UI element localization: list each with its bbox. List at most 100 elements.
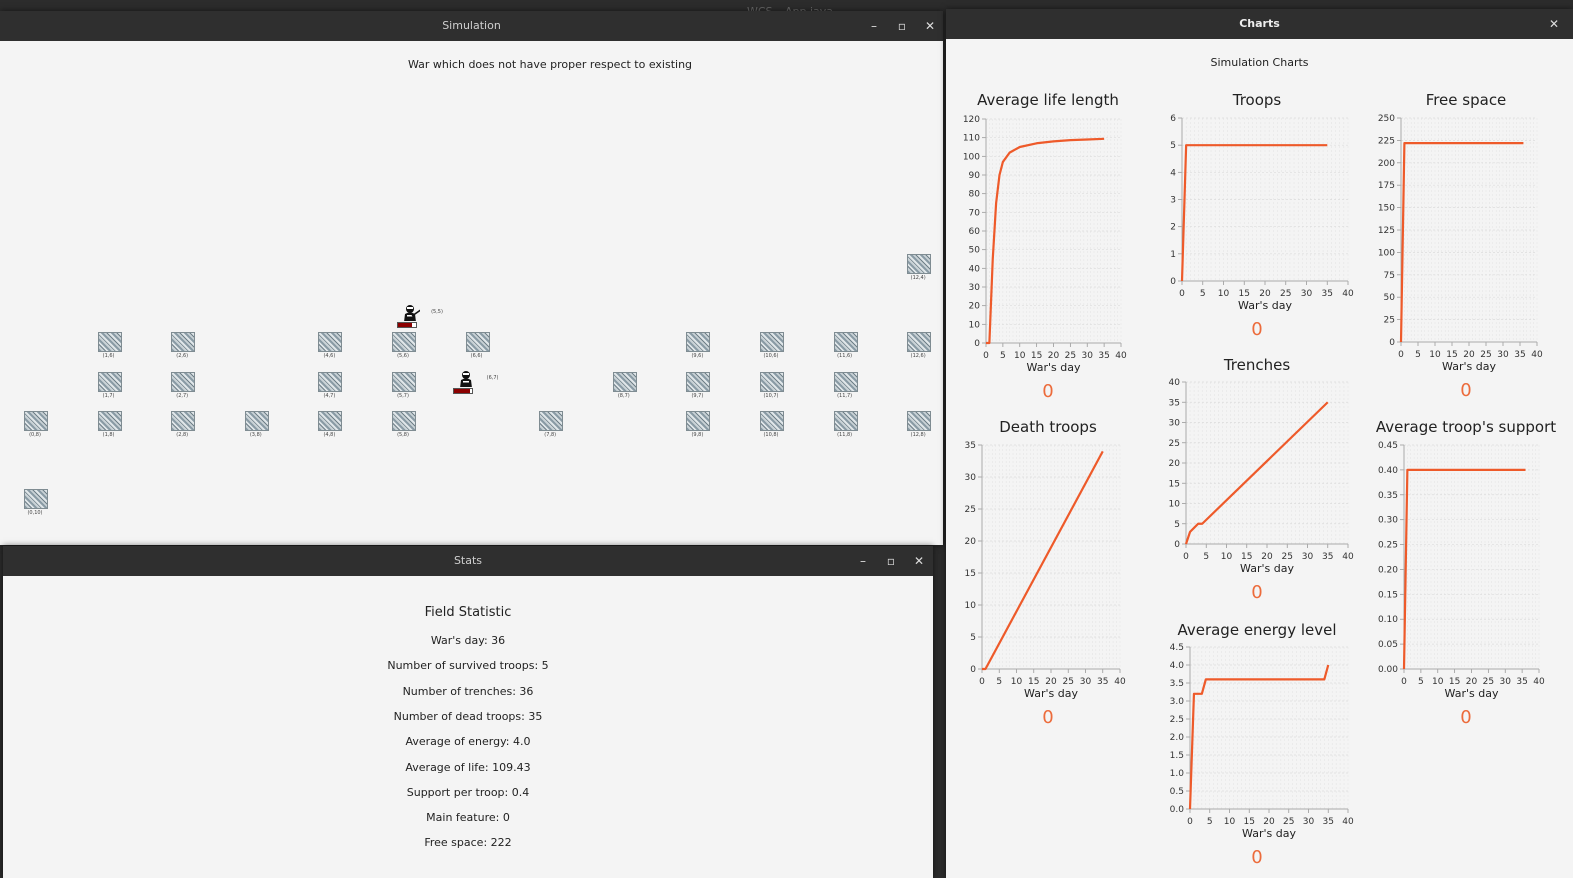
- x-tick-label: 0: [1179, 289, 1185, 299]
- tile-coordinate-label: (2,6): [176, 353, 189, 360]
- x-tick-label: 0: [1183, 552, 1189, 562]
- y-tick-label: 90: [969, 171, 981, 181]
- x-tick-label: 40: [1342, 289, 1354, 299]
- chart-title: Death troops: [999, 418, 1097, 436]
- tile-coordinate-label: (2,7): [176, 392, 189, 399]
- y-tick-label: 5: [970, 633, 976, 643]
- y-tick-label: 0.15: [1378, 590, 1398, 600]
- x-tick-label: 20: [1263, 817, 1275, 827]
- terrain-tile: [760, 410, 784, 431]
- y-tick-label: 1: [1170, 250, 1176, 260]
- terrain-tile: [318, 332, 343, 353]
- x-tick-label: 40: [1531, 350, 1543, 360]
- chart-title: Average energy level: [1177, 621, 1337, 639]
- charts-titlebar[interactable]: Charts ✕: [946, 9, 1573, 39]
- y-tick-label: 110: [963, 134, 980, 144]
- y-tick-label: 0.25: [1378, 541, 1398, 551]
- stats-line: Number of survived troops: 5: [387, 659, 549, 673]
- tile-coordinate-label: (9,8): [691, 431, 704, 438]
- x-axis-label: War's day: [1242, 827, 1296, 840]
- x-axis-label: War's day: [1240, 562, 1294, 575]
- x-tick-label: 0: [1187, 817, 1193, 827]
- stats-line: Number of trenches: 36: [402, 684, 534, 698]
- x-tick-label: 35: [1514, 350, 1525, 360]
- terrain-tile: [907, 332, 932, 353]
- y-tick-label: 20: [965, 537, 977, 547]
- x-tick-label: 40: [1342, 817, 1354, 827]
- y-tick-label: 50: [1384, 293, 1396, 303]
- y-tick-label: 0: [1170, 277, 1176, 287]
- terrain-tile: [392, 332, 416, 353]
- stats-titlebar[interactable]: Stats – ▫ ✕: [3, 546, 933, 576]
- y-tick-label: 15: [965, 569, 976, 579]
- y-tick-label: 120: [963, 115, 980, 125]
- tile-coordinate-label: (10,8): [763, 431, 779, 438]
- y-tick-label: 10: [965, 601, 977, 611]
- chart-counter: 0: [1460, 380, 1472, 401]
- close-icon[interactable]: ✕: [1544, 9, 1564, 39]
- y-tick-label: 30: [1169, 419, 1181, 429]
- y-tick-label: 125: [1378, 226, 1395, 236]
- x-tick-label: 30: [1500, 677, 1512, 687]
- x-tick-label: 10: [1429, 350, 1441, 360]
- x-tick-label: 40: [1342, 552, 1354, 562]
- tile-coordinate-label: (9,7): [691, 392, 704, 399]
- y-tick-label: 0.5: [1170, 787, 1184, 797]
- y-tick-label: 0.05: [1378, 640, 1398, 650]
- x-axis-label: War's day: [1444, 687, 1499, 700]
- maximize-icon[interactable]: ▫: [881, 546, 901, 576]
- terrain-tile: [760, 332, 784, 353]
- chart-counter: 0: [1251, 319, 1263, 340]
- y-tick-label: 2.5: [1170, 715, 1184, 725]
- line-chart: 0 5 10 15 20 25 30 35 0 5 10 15 20 25 30 35 40: [965, 441, 1126, 687]
- y-tick-label: 25: [1169, 439, 1180, 449]
- tile-coordinate-label: (10,7): [763, 392, 779, 399]
- y-tick-label: 15: [1169, 479, 1180, 489]
- terrain-tile: [392, 410, 416, 431]
- health-bar: [452, 387, 473, 394]
- agent-coordinate-label: (5,5): [431, 309, 443, 316]
- terrain-tile: [612, 371, 637, 392]
- charts-window-title: Charts: [1239, 17, 1280, 30]
- x-tick-label: 0: [1401, 677, 1407, 687]
- tile-coordinate-label: (2,8): [176, 431, 189, 438]
- y-tick-label: 0.0: [1170, 805, 1185, 815]
- terrain-tile: [318, 410, 343, 431]
- agent-coordinate-label: (6,7): [486, 374, 499, 381]
- x-tick-label: 15: [1446, 350, 1457, 360]
- terrain-tile: [97, 371, 122, 392]
- stats-line: Average of energy: 4.0: [405, 735, 531, 749]
- y-tick-label: 100: [963, 152, 980, 162]
- line-chart: 0 25 50 75 100 125 150 175 200 225 250 0 5 10 15 20 25 30…: [1378, 114, 1543, 360]
- x-tick-label: 15: [1449, 677, 1460, 687]
- x-tick-label: 35: [1098, 351, 1109, 361]
- x-axis-label: War's day: [1238, 299, 1292, 312]
- x-tick-label: 10: [1218, 289, 1230, 299]
- line-chart: 0.00 0.05 0.10 0.15 0.20 0.25 0.30 0.35 0.40 0.45…: [1378, 441, 1545, 687]
- soldier-with-rifle-icon[interactable]: [400, 303, 420, 322]
- charts-window: Charts ✕ Simulation Charts Average life …: [946, 9, 1573, 878]
- chart-title: Trenches: [1223, 356, 1291, 374]
- x-tick-label: 30: [1301, 289, 1313, 299]
- x-axis-label: War's day: [1442, 360, 1496, 373]
- x-tick-label: 15: [1244, 817, 1255, 827]
- tile-coordinate-label: (11,6): [837, 353, 853, 360]
- terrain-tile: [392, 371, 416, 392]
- chart-title: Free space: [1425, 91, 1507, 109]
- x-tick-label: 35: [1323, 817, 1334, 827]
- tile-coordinate-label: (0,8): [29, 431, 41, 438]
- y-tick-label: 35: [1169, 398, 1180, 408]
- terrain-tile: [97, 410, 122, 431]
- line-chart: 0 10 20 30 40 50 60 70 80 90 100 110 120 0 5 10 15 20 25 30…: [963, 115, 1127, 361]
- terrain-tile: [907, 254, 932, 274]
- soldier-icon[interactable]: [456, 369, 476, 387]
- x-tick-label: 25: [1283, 817, 1294, 827]
- x-tick-label: 0: [1398, 350, 1404, 360]
- minimize-icon[interactable]: –: [853, 546, 873, 576]
- x-tick-label: 35: [1516, 677, 1527, 687]
- close-icon[interactable]: ✕: [909, 546, 929, 576]
- y-tick-label: 0.35: [1378, 491, 1398, 501]
- y-tick-label: 0.40: [1378, 466, 1398, 476]
- y-tick-label: 3: [1170, 196, 1176, 206]
- chart-title: Average life length: [977, 91, 1119, 109]
